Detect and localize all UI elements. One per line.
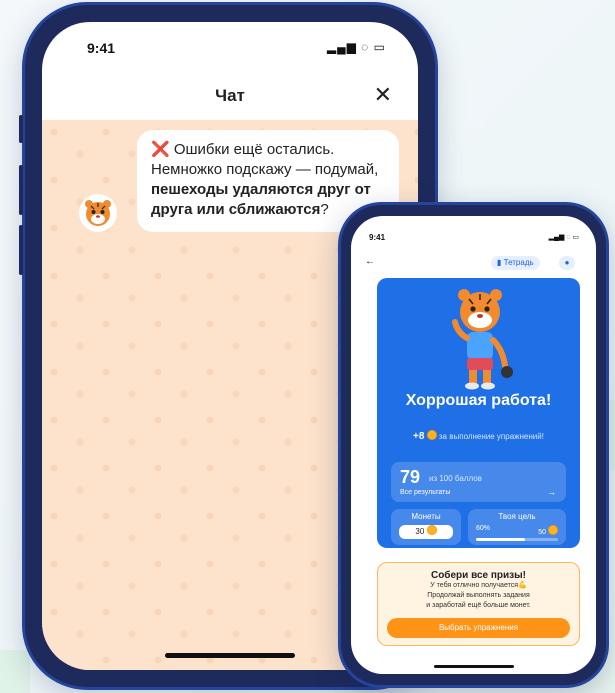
prize-card: Собери все призы! У тебя отлично получае… [377,562,580,646]
coins-value: 30 [415,527,425,536]
message-end: ? [320,201,329,218]
score-value: 79 [400,467,421,487]
arrow-right-icon[interactable]: → [547,487,556,497]
status-time: 9:41 [369,233,386,242]
home-indicator[interactable] [165,653,295,658]
coins-label: Монеты [411,512,441,521]
coin-icon [548,525,558,535]
goal-label: Твоя цель [498,512,536,521]
status-bar: 9:41 ▂▄▆ ◌ ▭ [42,22,418,70]
coins-value-pill: 30 [399,525,453,539]
back-arrow-icon[interactable]: ← [365,256,375,267]
chat-title: Чат [215,86,245,105]
result-card: Хоррошая работа! +8 за выполнение упражн… [377,278,580,548]
goal-progress-bar [476,538,558,541]
goal-coins: 50 [538,529,547,536]
coins-box: Монеты 30 [391,509,461,545]
tiger-mascot-icon [452,289,513,390]
goal-percent: 60% [476,525,491,532]
result-title: Хоррошая работа! [405,392,552,409]
reward-amount: +8 [413,431,425,442]
prize-line-1: У тебя отлично получается💪 [430,582,527,589]
message-text: Ошибки ещё остались. Немножко подскажу —… [151,141,379,178]
profile-button[interactable]: ● [559,256,575,270]
results-phone: 9:41 ▂▄▆ ◌ ▭ ← ▮ Тетрадь ● Хоррошая рабо… [341,205,606,685]
tiger-avatar [79,194,117,232]
prize-line-2: Продолжай выполнять задания [427,592,530,599]
prize-title: Собери все призы! [430,570,527,581]
choose-exercises-button[interactable]: Выбрать упражнения [387,618,570,638]
chat-header: Чат ✕ [42,70,418,121]
coin-icon [426,430,437,440]
book-icon: ▮ [497,258,502,267]
status-icons: ▂▄▆ ◌ ▭ [548,234,579,241]
coin-icon [426,525,437,535]
phone-side-button [19,165,23,215]
notebook-label: Тетрадь [503,258,534,267]
all-results-link[interactable]: Все результаты [400,489,450,496]
home-indicator[interactable] [433,665,514,668]
phone-side-button [19,115,23,143]
message-hint-bold: пешеходы удаляются друг от друга или сбл… [151,181,371,218]
results-screen: 9:41 ▂▄▆ ◌ ▭ ← ▮ Тетрадь ● Хоррошая рабо… [351,216,596,674]
score-box[interactable]: 79 из 100 баллов Все результаты → [391,462,566,502]
status-icons: ▂▄▆ ◌ ▭ [326,40,386,54]
goal-progress-fill [476,538,526,541]
tiger-face-icon [85,200,111,226]
close-icon[interactable]: ✕ [374,82,392,108]
background-accent [0,650,30,693]
prize-line-3: и заработай ещё больше монет. [426,602,531,609]
error-mark-icon: ❌ [151,141,170,158]
notebook-button[interactable]: ▮ Тетрадь [491,256,540,270]
goal-box: Твоя цель 60% 50 [468,509,566,545]
phone-side-button [19,225,23,275]
reward-description: за выполнение упражнений! [438,432,544,441]
score-of-label: из 100 баллов [429,474,482,483]
status-time: 9:41 [87,40,116,56]
goal-value: 50 [538,525,558,536]
reward-text: +8 за выполнение упражнений! [377,430,580,442]
